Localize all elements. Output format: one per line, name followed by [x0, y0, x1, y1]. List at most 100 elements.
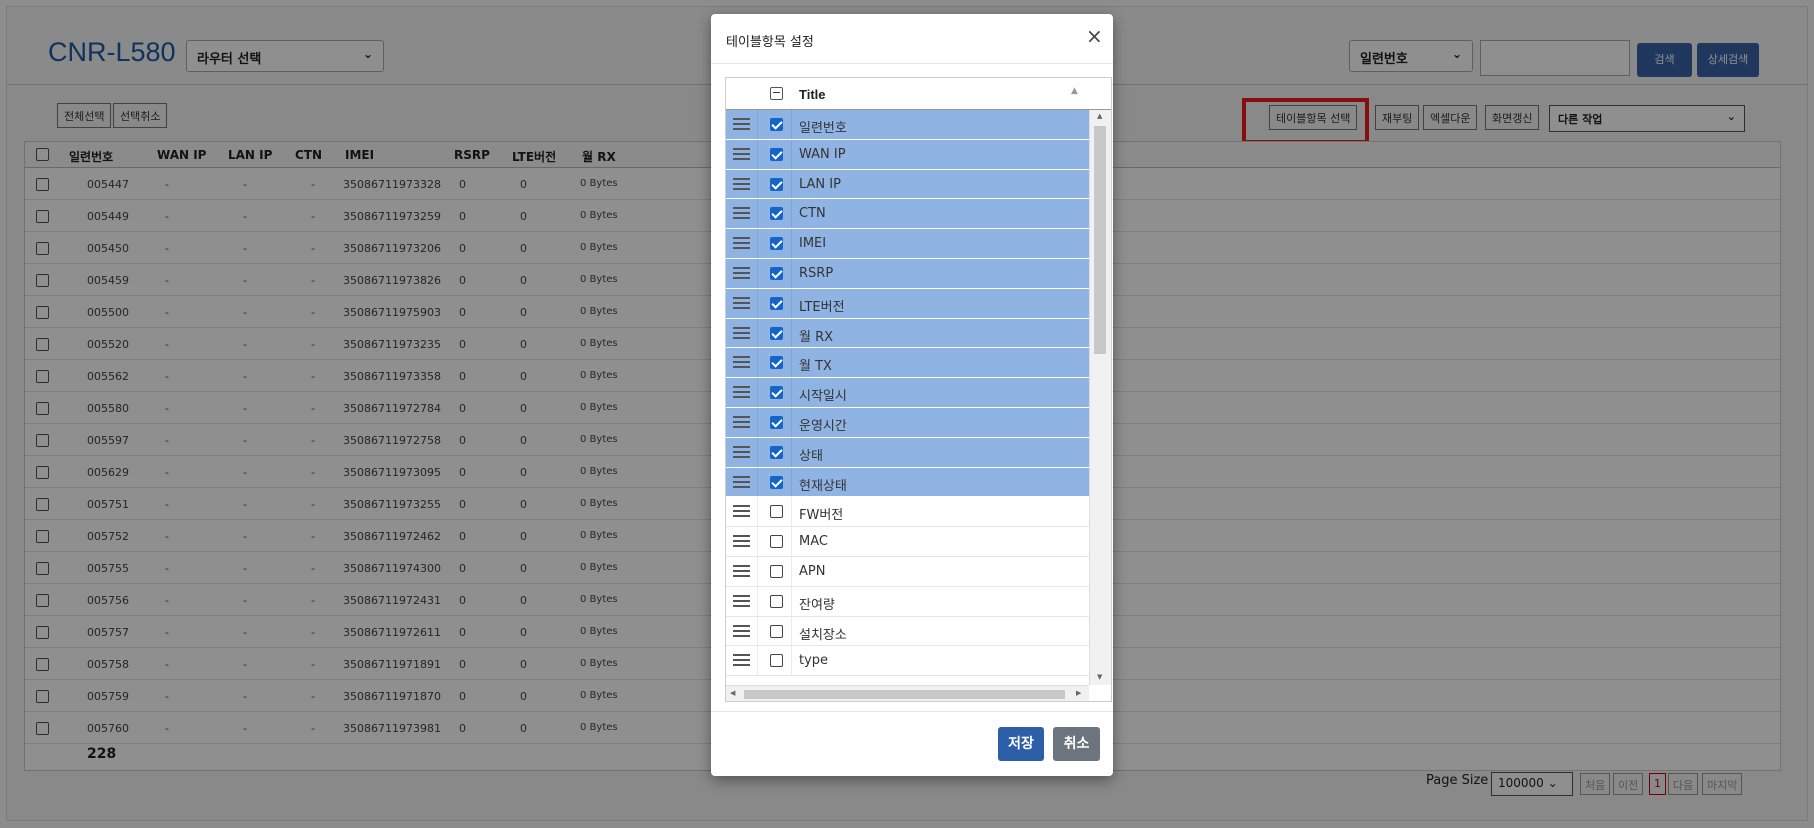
vertical-scroll-thumb[interactable]: [1094, 126, 1106, 354]
title-header[interactable]: Title: [799, 87, 826, 102]
drag-handle-icon[interactable]: [733, 565, 750, 580]
drag-handle-icon[interactable]: [733, 296, 750, 312]
vertical-scrollbar[interactable]: ▲ ▼: [1089, 110, 1111, 685]
cell-divider: [791, 586, 792, 616]
drag-handle-icon[interactable]: [733, 237, 750, 252]
cell-divider: [791, 378, 792, 407]
drag-handle-icon[interactable]: [733, 475, 750, 491]
column-checkbox[interactable]: [770, 445, 783, 459]
drag-handle-icon[interactable]: [733, 118, 750, 133]
cell-divider: [757, 527, 758, 556]
scroll-left-icon[interactable]: ◀: [730, 689, 735, 697]
column-label: type: [799, 653, 829, 669]
cell-divider: [757, 318, 758, 348]
drag-handle-icon[interactable]: [733, 654, 750, 669]
column-list-item[interactable]: 월 RX: [726, 318, 1089, 349]
column-checkbox[interactable]: [770, 326, 783, 340]
drag-handle-icon[interactable]: [733, 147, 750, 163]
column-checkbox[interactable]: [770, 535, 783, 549]
column-label: WAN IP: [799, 146, 846, 162]
column-checkbox[interactable]: [770, 594, 783, 608]
cell-divider: [757, 110, 758, 139]
indeterminate-checkbox[interactable]: −: [770, 87, 783, 100]
column-checkbox[interactable]: [770, 118, 783, 131]
horizontal-scrollbar[interactable]: ◀ ▶: [726, 685, 1089, 701]
column-checkbox[interactable]: [770, 416, 783, 429]
drag-handle-icon[interactable]: [733, 326, 750, 342]
column-list-item[interactable]: WAN IP: [726, 139, 1089, 170]
column-checkbox[interactable]: [770, 654, 783, 668]
sort-asc-icon[interactable]: ▲: [1071, 86, 1078, 96]
drag-handle-icon[interactable]: [733, 445, 750, 461]
column-checkbox[interactable]: [770, 565, 783, 578]
column-list-item[interactable]: 현재상태: [726, 467, 1089, 498]
column-checkbox[interactable]: [770, 624, 783, 638]
cell-divider: [791, 199, 792, 229]
drag-handle-icon[interactable]: [733, 624, 750, 640]
column-list-item[interactable]: APN: [726, 557, 1089, 587]
drag-handle-icon[interactable]: [733, 207, 750, 222]
column-list-item[interactable]: RSRP: [726, 259, 1089, 289]
drag-handle-icon[interactable]: [733, 505, 750, 520]
column-label: RSRP: [799, 266, 834, 281]
cell-divider: [791, 169, 792, 199]
drag-handle-icon[interactable]: [733, 177, 750, 193]
column-list-item[interactable]: LAN IP: [726, 169, 1089, 200]
column-checkbox[interactable]: [770, 207, 783, 221]
column-list-item[interactable]: 상태: [726, 437, 1089, 468]
column-list-item[interactable]: IMEI: [726, 229, 1089, 259]
modal-divider: [711, 63, 1113, 64]
column-label: FW버전: [799, 508, 844, 524]
column-checkbox[interactable]: [770, 267, 783, 280]
cell-divider: [757, 557, 758, 586]
drag-handle-icon[interactable]: [733, 386, 750, 401]
column-checkbox[interactable]: [770, 475, 783, 489]
drag-handle-icon[interactable]: [733, 594, 750, 610]
cell-divider: [791, 467, 792, 497]
column-list-item[interactable]: 잔여량: [726, 586, 1089, 617]
column-list-item[interactable]: MAC: [726, 527, 1089, 557]
drag-handle-icon[interactable]: [733, 267, 750, 282]
drag-handle-icon[interactable]: [733, 535, 750, 550]
horizontal-scroll-thumb[interactable]: [744, 690, 1065, 699]
cell-divider: [757, 139, 758, 169]
column-checkbox[interactable]: [770, 356, 783, 370]
drag-handle-icon[interactable]: [733, 416, 750, 431]
column-checkbox[interactable]: [770, 147, 783, 161]
scroll-up-icon[interactable]: ▲: [1097, 112, 1102, 120]
column-list-item[interactable]: 설치장소: [726, 616, 1089, 647]
cell-divider: [791, 497, 792, 527]
column-list-item[interactable]: 월 TX: [726, 348, 1089, 379]
column-label: MAC: [799, 534, 828, 550]
cell-divider: [791, 527, 792, 556]
column-label: LTE버전: [799, 299, 845, 315]
column-label: 설치장소: [799, 627, 847, 643]
column-list-item[interactable]: 시작일시: [726, 378, 1089, 408]
cell-divider: [757, 199, 758, 229]
column-list-item[interactable]: 일련번호: [726, 110, 1089, 140]
column-checkbox[interactable]: [770, 237, 783, 251]
column-checkbox[interactable]: [770, 177, 783, 191]
cancel-button[interactable]: 취소: [1053, 727, 1100, 761]
cell-divider: [791, 229, 792, 258]
cell-divider: [791, 288, 792, 318]
column-list-item[interactable]: LTE버전: [726, 288, 1089, 319]
column-list-item[interactable]: 운영시간: [726, 408, 1089, 438]
cell-divider: [791, 408, 792, 437]
scroll-down-icon[interactable]: ▼: [1097, 673, 1102, 681]
column-list-item[interactable]: CTN: [726, 199, 1089, 230]
close-icon[interactable]: ×: [1086, 26, 1103, 46]
cell-divider: [791, 646, 792, 676]
modal-footer-divider: [711, 711, 1113, 712]
column-checkbox[interactable]: [770, 505, 783, 519]
column-checkbox[interactable]: [770, 296, 783, 310]
drag-handle-icon[interactable]: [733, 356, 750, 371]
column-list-item[interactable]: type: [726, 646, 1089, 677]
column-label: 일련번호: [799, 121, 847, 136]
column-list-item[interactable]: FW버전: [726, 497, 1089, 528]
save-button[interactable]: 저장: [998, 727, 1044, 761]
scroll-right-icon[interactable]: ▶: [1076, 689, 1081, 697]
cell-divider: [757, 437, 758, 467]
column-checkbox[interactable]: [770, 386, 783, 400]
column-label: 현재상태: [799, 478, 847, 494]
